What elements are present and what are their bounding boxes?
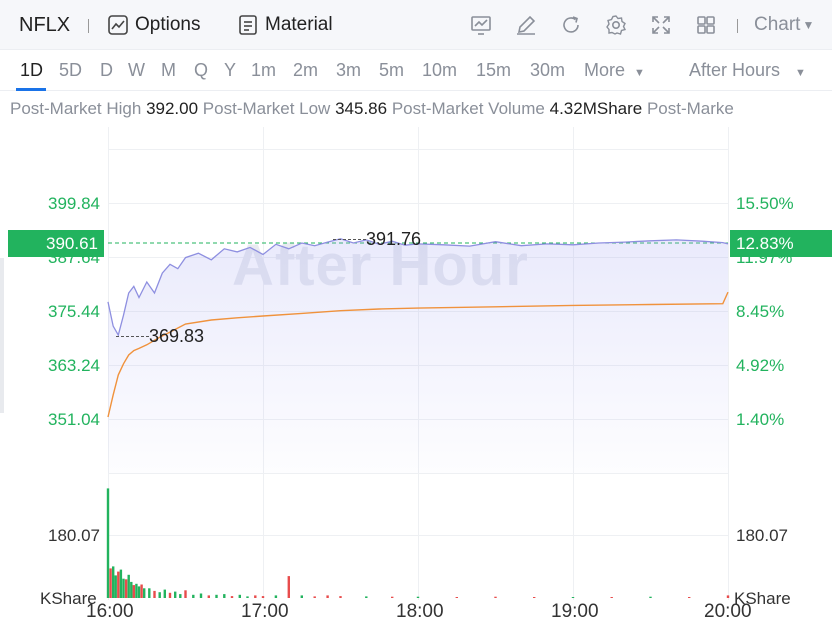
- percent-tick: 1.40%: [736, 410, 785, 429]
- percent-tick: 15.50%: [736, 194, 794, 213]
- volume-bar: [533, 597, 536, 598]
- volume-bar: [117, 571, 120, 598]
- current-percent-tag: 12.83%: [730, 230, 832, 257]
- volume-bar: [416, 596, 420, 598]
- volume-bar: [179, 594, 182, 598]
- time-tick: 16:00: [86, 601, 134, 622]
- volume-bar: [223, 594, 226, 598]
- volume-bar: [168, 592, 172, 598]
- volume-bar: [726, 595, 730, 598]
- time-tick: 20:00: [704, 601, 752, 622]
- volume-bar: [132, 585, 135, 598]
- volume-bar: [184, 590, 187, 598]
- volume-bar: [688, 597, 691, 598]
- time-tick: 18:00: [396, 601, 444, 622]
- volume-bar: [339, 596, 342, 598]
- volume-tick-right: 180.07: [736, 526, 788, 545]
- volume-bar: [494, 596, 497, 598]
- price-tick: 363.24: [48, 356, 100, 375]
- volume-bar: [365, 596, 368, 598]
- volume-bar: [153, 590, 156, 598]
- volume-bar: [127, 574, 130, 598]
- low-annotation-leader: [116, 336, 149, 337]
- price-area-fill: [108, 238, 728, 473]
- volume-bar: [610, 597, 613, 598]
- volume-bar: [238, 594, 241, 598]
- current-price-tag: 390.61: [8, 230, 104, 257]
- high-annotation-leader: [333, 239, 366, 240]
- time-tick: 19:00: [551, 601, 599, 622]
- high-annotation: 391.76: [366, 229, 422, 249]
- percent-tick: 4.92%: [736, 356, 785, 375]
- volume-bar: [174, 591, 177, 598]
- volume-bar: [106, 488, 110, 598]
- volume-bar: [274, 595, 278, 598]
- volume-bar: [455, 597, 458, 598]
- price-area: [108, 238, 728, 473]
- volume-bar: [246, 596, 249, 598]
- volume-bar: [143, 588, 146, 598]
- intraday-chart[interactable]: [0, 0, 832, 625]
- volume-bar: [300, 595, 303, 598]
- volume-bar: [119, 569, 123, 598]
- volume-bar: [192, 594, 195, 598]
- volume-bar: [215, 594, 218, 598]
- volume-bar: [313, 596, 316, 598]
- volume-bars: [106, 488, 730, 598]
- volume-bar: [649, 596, 652, 598]
- volume-bar: [124, 579, 128, 598]
- volume-bar: [254, 595, 257, 598]
- volume-bar: [122, 578, 125, 598]
- volume-bar: [137, 586, 141, 598]
- volume-bar: [391, 596, 394, 598]
- volume-bar: [207, 595, 210, 598]
- low-annotation: 369.83: [149, 326, 205, 346]
- volume-bar: [140, 584, 143, 598]
- volume-bar: [571, 597, 575, 598]
- time-tick: 17:00: [241, 601, 289, 622]
- percent-tick: 8.45%: [736, 302, 785, 321]
- volume-bar: [130, 581, 133, 598]
- volume-tick-left: 180.07: [48, 526, 100, 545]
- volume-bar: [148, 588, 151, 598]
- volume-bar: [135, 583, 138, 598]
- volume-bar: [112, 566, 115, 598]
- volume-bar: [287, 576, 290, 598]
- volume-bar: [326, 595, 329, 598]
- volume-bar: [261, 596, 265, 598]
- price-tick: 399.84: [48, 194, 100, 213]
- volume-bar: [199, 593, 203, 598]
- volume-bar: [230, 596, 234, 598]
- volume-bar: [109, 568, 112, 598]
- price-tick: 375.44: [48, 302, 100, 321]
- price-tick: 351.04: [48, 410, 100, 429]
- volume-bar: [158, 592, 161, 598]
- volume-bar: [163, 589, 166, 598]
- volume-bar: [114, 575, 117, 598]
